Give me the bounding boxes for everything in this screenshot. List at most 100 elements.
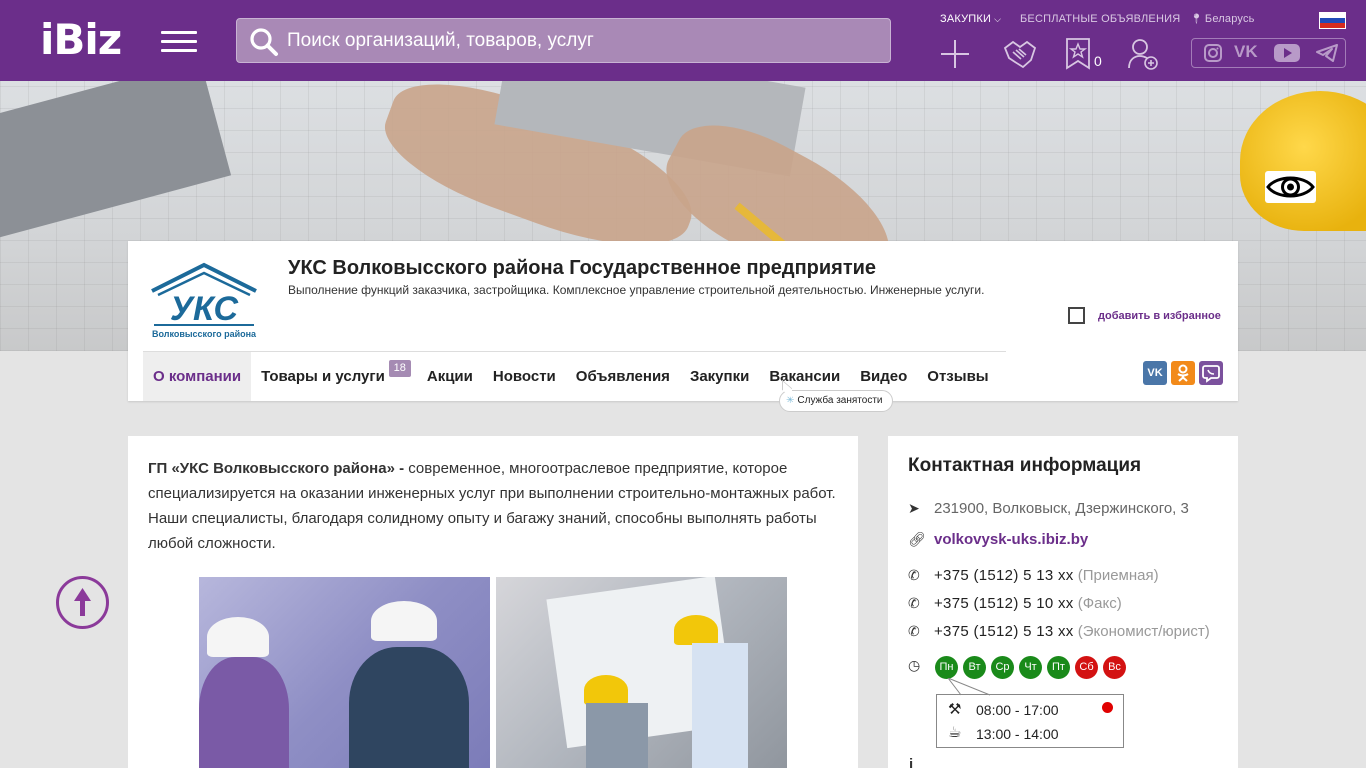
photo2-worker-right <box>692 643 748 768</box>
tab-purchases[interactable]: Закупки <box>680 352 759 401</box>
ibiz-logo[interactable]: iBiz <box>40 16 122 64</box>
working-hours-row: ◷ <box>908 657 934 674</box>
day-wed[interactable]: Ср <box>991 656 1014 679</box>
photo2-worker-left <box>586 703 648 768</box>
day-fri[interactable]: Пт <box>1047 656 1070 679</box>
tools-icon: ⚒ <box>948 701 962 718</box>
employment-service-tooltip[interactable]: ✳ Служба занятости <box>779 379 894 412</box>
odnoklassniki-share-icon[interactable] <box>1171 361 1195 385</box>
work-hours: 08:00 - 17:00 <box>976 702 1059 718</box>
day-sat[interactable]: Сб <box>1075 656 1098 679</box>
vk-share-icon[interactable]: VK <box>1143 361 1167 385</box>
phone-note: (Экономист/юрист) <box>1077 623 1210 640</box>
photo-engineers-blueprint[interactable] <box>496 577 787 768</box>
company-description: Выполнение функций заказчика, застройщик… <box>288 283 985 297</box>
favorites-checkbox[interactable] <box>1068 307 1085 324</box>
favorites-count: 0 <box>1094 53 1102 69</box>
closed-now-indicator <box>1102 702 1113 713</box>
contact-title: Контактная информация <box>908 455 1142 476</box>
purchases-menu[interactable]: ЗАКУПКИ ⌵ <box>940 13 1001 25</box>
photo2-helmet-left <box>584 675 628 705</box>
tab-about[interactable]: О компании <box>143 352 252 401</box>
lunch-hours: 13:00 - 14:00 <box>976 726 1059 742</box>
purchases-label: ЗАКУПКИ <box>940 13 992 25</box>
contact-website: 🔗︎ volkovysk-uks.ibiz.by <box>908 531 1088 548</box>
free-ads-link[interactable]: БЕСПЛАТНЫЕ ОБЪЯВЛЕНИЯ <box>1020 13 1180 25</box>
coffee-icon: ☕︎ <box>948 724 962 741</box>
contact-phone-3: ✆ +375 (1512) 5 13 хх (Экономист/юрист) <box>908 623 1210 640</box>
scroll-to-top-button[interactable] <box>56 576 109 629</box>
photo1-man-helmet <box>371 601 437 641</box>
website-link[interactable]: volkovysk-uks.ibiz.by <box>934 531 1088 548</box>
location-arrow-icon: ➤ <box>908 500 920 516</box>
about-lead: ГП «УКС Волковысского района» - <box>148 460 405 477</box>
language-flag-icon[interactable] <box>1319 12 1346 29</box>
tab-products[interactable]: Товары и услуги 18 <box>251 352 411 401</box>
day-sun[interactable]: Вс <box>1103 656 1126 679</box>
about-section: ГП «УКС Волковысского района» - современ… <box>128 436 858 768</box>
add-user-icon[interactable] <box>1128 38 1158 70</box>
phone-number[interactable]: +375 (1512) 5 10 хх <box>934 595 1074 612</box>
menu-icon[interactable] <box>161 31 197 53</box>
search-icon <box>250 28 278 56</box>
handshake-icon[interactable] <box>1003 38 1037 70</box>
search-input[interactable] <box>287 19 877 62</box>
arrow-up-icon <box>74 588 91 616</box>
phone-note: (Приемная) <box>1077 567 1159 584</box>
photo1-woman-helmet <box>207 617 269 657</box>
add-to-favorites-label: добавить в избранное <box>1098 309 1221 322</box>
hours-popup: ⚒ 08:00 - 17:00 ☕︎ 13:00 - 14:00 <box>936 694 1124 748</box>
add-to-favorites[interactable]: добавить в избранное <box>1068 307 1221 324</box>
social-links: VK <box>1191 38 1346 68</box>
day-tue[interactable]: Вт <box>963 656 986 679</box>
contact-address: ➤ 231900, Волковыск, Дзержинского, 3 <box>908 500 1189 517</box>
region-label: Беларусь <box>1204 13 1255 25</box>
tab-news[interactable]: Новости <box>483 352 566 401</box>
phone-icon: ✆ <box>908 567 920 583</box>
location-pin-icon: 📍︎ <box>1190 14 1203 25</box>
weekday-indicators: Пн Вт Ср Чт Пт Сб Вс <box>935 656 1131 679</box>
info-icon: i <box>909 756 914 768</box>
company-logo: УКС Волковысского района <box>144 253 264 343</box>
vk-icon[interactable]: VK <box>1234 42 1258 62</box>
tab-reviews[interactable]: Отзывы <box>917 352 998 401</box>
company-logo-text: УКС <box>170 290 238 328</box>
day-thu[interactable]: Чт <box>1019 656 1042 679</box>
tab-ads[interactable]: Объявления <box>566 352 680 401</box>
photo-engineers-plan[interactable] <box>199 577 490 768</box>
region-selector[interactable]: 📍︎ Беларусь <box>1190 13 1255 25</box>
instagram-icon[interactable] <box>1204 44 1222 67</box>
about-text: ГП «УКС Волковысского района» - современ… <box>148 456 848 556</box>
phone-icon: ✆ <box>908 595 920 611</box>
top-bar: iBiz ЗАКУПКИ⌵ БЕСПЛАТНЫЕ ОБЪЯВЛЕНИЯ 📍︎Бе… <box>0 0 1366 81</box>
phone-note: (Факс) <box>1077 595 1122 612</box>
search-bar[interactable] <box>236 18 891 63</box>
photo1-man-body <box>349 647 469 768</box>
company-logo-subtext: Волковысского района <box>152 329 257 339</box>
youtube-icon[interactable] <box>1274 44 1300 67</box>
address-text: 231900, Волковыск, Дзержинского, 3 <box>934 500 1189 517</box>
contact-phone-1: ✆ +375 (1512) 5 13 хх (Приемная) <box>908 567 1159 584</box>
telegram-icon[interactable] <box>1316 44 1338 67</box>
tab-products-label: Товары и услуги <box>261 368 385 385</box>
products-count-badge: 18 <box>388 360 411 377</box>
company-card: УКС Волковысского района УКС Волковысско… <box>128 241 1238 412</box>
contact-phone-2: ✆ +375 (1512) 5 10 хх (Факс) <box>908 595 1122 612</box>
day-mon[interactable]: Пн <box>935 656 958 679</box>
contact-panel: Контактная информация ➤ 231900, Волковыск… <box>888 436 1238 768</box>
employment-service-label: Служба занятости <box>797 395 883 406</box>
clock-icon: ◷ <box>908 657 921 673</box>
add-icon[interactable] <box>939 38 971 70</box>
phone-number[interactable]: +375 (1512) 5 13 хх <box>934 623 1074 640</box>
link-icon: 🔗︎ <box>908 531 926 547</box>
photo2-helmet-right <box>674 615 718 645</box>
chevron-down-icon: ⌵ <box>994 14 1002 24</box>
favorites-icon[interactable] <box>1066 38 1090 70</box>
accessibility-eye-icon[interactable] <box>1265 171 1316 203</box>
photo1-woman-body <box>199 657 289 768</box>
phone-icon: ✆ <box>908 623 920 639</box>
tab-promotions[interactable]: Акции <box>417 352 483 401</box>
viber-share-icon[interactable] <box>1199 361 1223 385</box>
company-title: УКС Волковысского района Государственное… <box>288 257 877 279</box>
phone-number[interactable]: +375 (1512) 5 13 хх <box>934 567 1074 584</box>
